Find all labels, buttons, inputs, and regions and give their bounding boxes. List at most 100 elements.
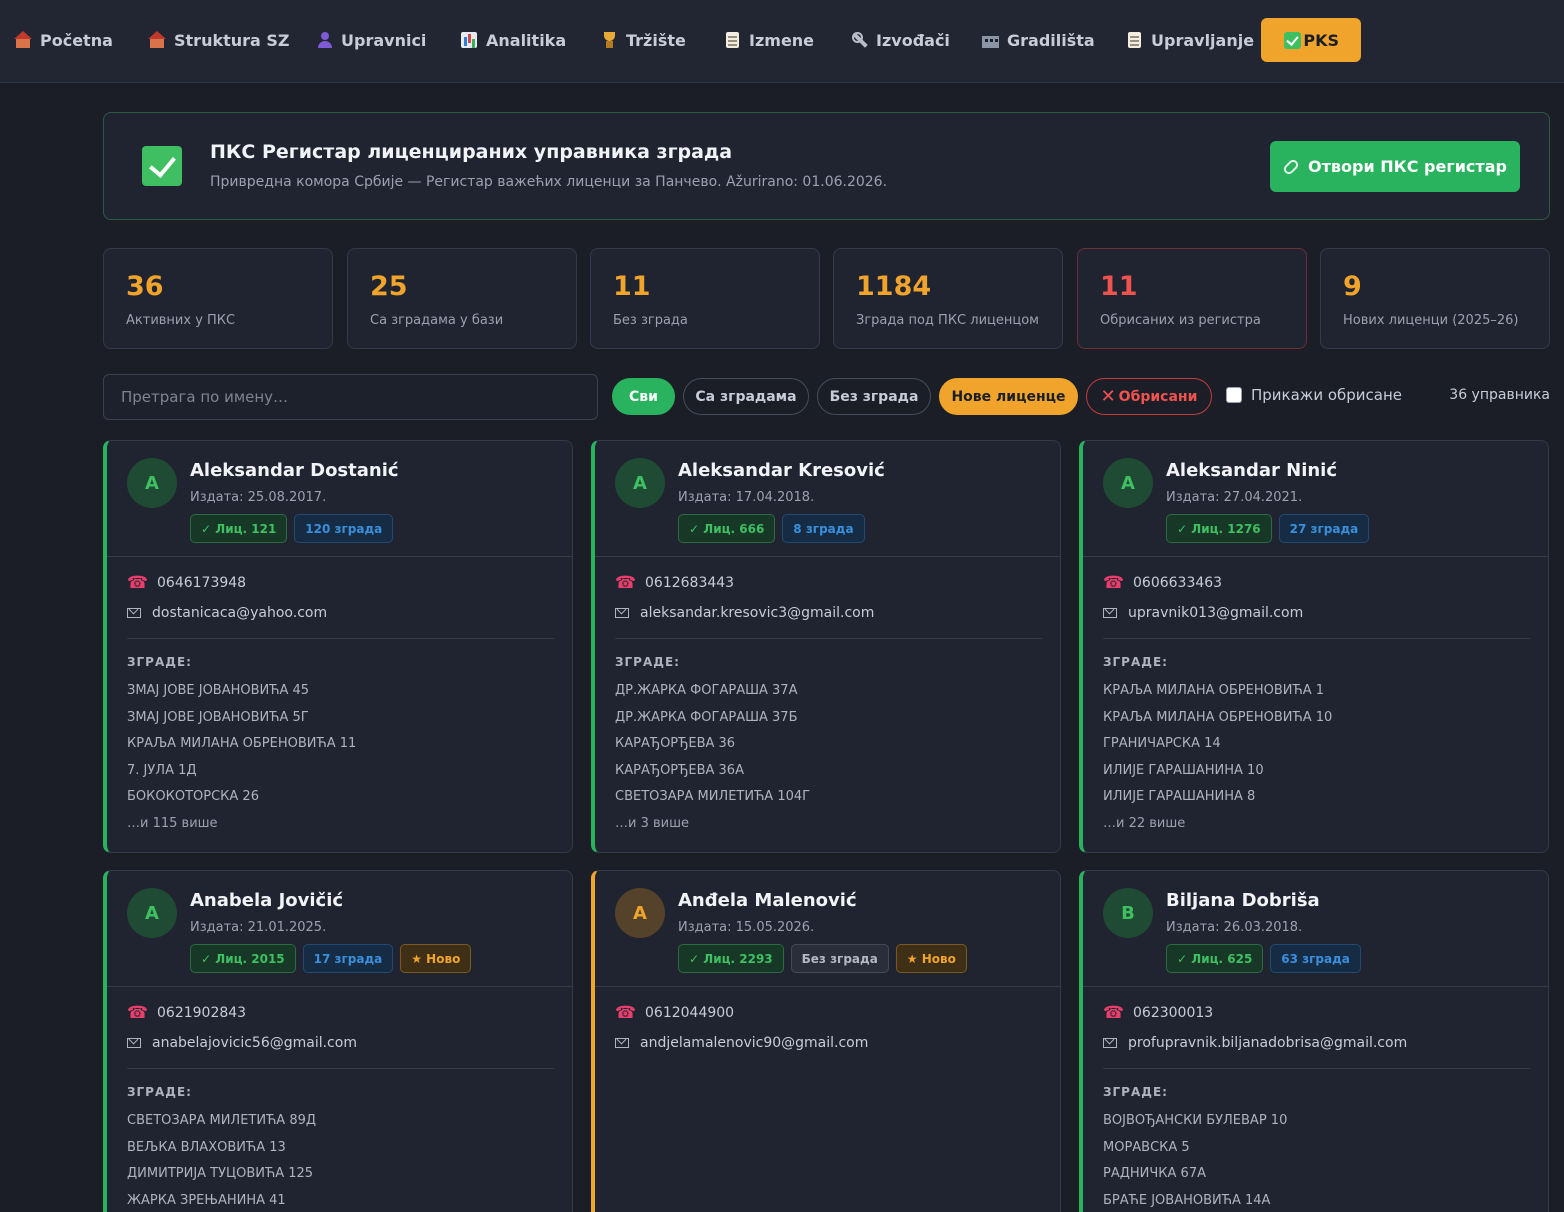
document-icon: [723, 31, 743, 49]
pks-header-card: ПКС Регистар лиценцираних управника згра…: [103, 112, 1550, 220]
badge-row: ✓ Лиц. 2015 17 зграда ★ Ново: [190, 944, 472, 973]
email-address: aleksandar.kresovic3@gmail.com: [640, 605, 875, 621]
nav-analitika[interactable]: Analitika: [460, 18, 566, 62]
email-row[interactable]: aleksandar.kresovic3@gmail.com: [615, 598, 1042, 628]
filter-all-chip[interactable]: Сви: [612, 378, 675, 415]
email-row[interactable]: andjelamalenovic90@gmail.com: [615, 1028, 1042, 1058]
show-deleted-checkbox[interactable]: Прикажи обрисане: [1226, 386, 1402, 404]
manager-card[interactable]: A Anđela Malenović Издата: 15.05.2026. ✓…: [591, 870, 1061, 1212]
building-item: ЗМАЈ ЈОВЕ ЈОВАНОВИЋА 45: [127, 683, 310, 698]
checkbox-box[interactable]: [1226, 387, 1242, 403]
nav-upravnici[interactable]: Upravnici: [315, 18, 426, 62]
nav-pks[interactable]: PKS: [1261, 18, 1361, 62]
checkbox-label: Прикажи обрисане: [1251, 386, 1403, 404]
checkmark-icon: [1283, 31, 1302, 49]
phone-number: 0606633463: [1133, 575, 1223, 591]
card-body: 0612683443 aleksandar.kresovic3@gmail.co…: [595, 568, 1060, 837]
user-icon: [315, 31, 335, 49]
building-item: ВЕЉКА ВЛАХОВИЋА 13: [127, 1139, 286, 1155]
phone-icon: [1103, 573, 1124, 593]
manager-card[interactable]: A Anabela Jovičić Издата: 21.01.2025. ✓ …: [103, 870, 573, 1212]
license-badge: ✓ Лиц. 2015: [190, 944, 296, 973]
phone-row[interactable]: 0621902843: [127, 998, 554, 1028]
divider: [127, 638, 554, 639]
phone-icon: [127, 573, 148, 593]
email-row[interactable]: dostanicaca@yahoo.com: [127, 598, 554, 628]
manager-card[interactable]: B Biljana Dobriša Издата: 26.03.2018. ✓ …: [1079, 870, 1549, 1212]
card-body: 0646173948 dostanicaca@yahoo.com ЗГРАДЕ:…: [107, 568, 572, 837]
phone-row[interactable]: 0646173948: [127, 568, 554, 598]
building-item: СВЕТОЗАРА МИЛЕТИЋА 89Д: [127, 1113, 317, 1128]
phone-row[interactable]: 062300013: [1103, 998, 1530, 1028]
building-item: КРАЉА МИЛАНА ОБРЕНОВИЋА 1: [1103, 683, 1324, 698]
wrench-icon: [850, 31, 870, 49]
filter-with-buildings-chip[interactable]: Са зградама: [683, 378, 809, 415]
license-badge: ✓ Лиц. 625: [1166, 944, 1264, 973]
construction-site-icon: [981, 31, 1001, 49]
filter-no-buildings-chip[interactable]: Без зграда: [817, 378, 931, 415]
buildings-list: ДР.ЖАРКА ФОГАРАША 37А ДР.ЖАРКА ФОГАРАША …: [615, 678, 1042, 811]
phone-number: 0621902843: [157, 1005, 247, 1021]
phone-row[interactable]: 0612044900: [615, 998, 1042, 1028]
email-row[interactable]: upravnik013@gmail.com: [1103, 598, 1530, 628]
nav-label: Tržište: [626, 30, 686, 50]
nav-izmene[interactable]: Izmene: [723, 18, 814, 62]
checkmark-icon: [142, 146, 182, 186]
issue-date: Издата: 21.01.2025.: [190, 920, 327, 935]
nav-struktura-sz[interactable]: Struktura SZ: [148, 18, 290, 62]
nav-label: Upravnici: [341, 30, 427, 50]
buildings-list: ВОЈВОЂАНСКИ БУЛЕВАР 10 МОРАВСКА 5 РАДНИЧ…: [1103, 1108, 1530, 1212]
avatar: A: [127, 458, 177, 508]
nav-izvodjaci[interactable]: Izvođači: [850, 18, 950, 62]
nav-label: Izmene: [749, 30, 815, 50]
nav-pocetna[interactable]: Početna: [14, 18, 113, 62]
phone-row[interactable]: 0606633463: [1103, 568, 1530, 598]
stat-value: 36: [126, 271, 164, 302]
building-item: ЖАРКА ЗРЕЊАНИНА 41: [127, 1192, 286, 1208]
stat-deleted: 11 Обрисаних из регистра: [1077, 248, 1307, 349]
nav-gradilista[interactable]: Gradilišta: [981, 18, 1095, 62]
card-body: 0621902843 anabelajovicic56@gmail.com ЗГ…: [107, 998, 572, 1212]
chart-icon: [460, 31, 480, 49]
avatar: B: [1103, 888, 1153, 938]
filter-deleted-chip[interactable]: ✕ Обрисани: [1086, 378, 1212, 415]
manager-name: Biljana Dobriša: [1166, 890, 1320, 911]
stat-label: Зграда под ПКС лиценцом: [856, 313, 1039, 328]
building-item: ДР.ЖАРКА ФОГАРАША 37Б: [615, 709, 798, 725]
avatar: A: [127, 888, 177, 938]
manager-card[interactable]: A Aleksandar Dostanić Издата: 25.08.2017…: [103, 440, 573, 853]
card-header: B Biljana Dobriša Издата: 26.03.2018. ✓ …: [1083, 871, 1548, 987]
nav-label: Gradilišta: [1007, 30, 1095, 50]
card-body: 0606633463 upravnik013@gmail.com ЗГРАДЕ:…: [1083, 568, 1548, 837]
card-body: 0612044900 andjelamalenovic90@gmail.com: [595, 998, 1060, 1058]
buildings-heading: ЗГРАДЕ:: [1103, 655, 1168, 669]
house-icon: [148, 31, 168, 49]
email-row[interactable]: anabelajovicic56@gmail.com: [127, 1028, 554, 1058]
search-input[interactable]: [103, 374, 598, 420]
manager-card[interactable]: A Aleksandar Ninić Издата: 27.04.2021. ✓…: [1079, 440, 1549, 853]
open-pks-register-button[interactable]: Отвори ПКС регистар: [1270, 141, 1520, 192]
building-item: КРАЉА МИЛАНА ОБРЕНОВИЋА 11: [127, 736, 357, 751]
page-title: ПКС Регистар лиценцираних управника згра…: [210, 141, 733, 163]
phone-row[interactable]: 0612683443: [615, 568, 1042, 598]
buildings-heading: ЗГРАДЕ:: [127, 655, 192, 669]
email-address: anabelajovicic56@gmail.com: [152, 1035, 357, 1051]
link-icon: [1281, 157, 1301, 176]
building-item: ИЛИЈЕ ГАРАШАНИНА 8: [1103, 789, 1256, 804]
buildings-list: КРАЉА МИЛАНА ОБРЕНОВИЋА 1 КРАЉА МИЛАНА О…: [1103, 678, 1530, 811]
close-icon: ✕: [1100, 386, 1116, 407]
nav-upravljanje[interactable]: Upravljanje: [1125, 18, 1254, 62]
mail-icon: [127, 608, 141, 618]
mail-icon: [127, 1038, 141, 1048]
manager-card[interactable]: A Aleksandar Kresović Издата: 17.04.2018…: [591, 440, 1061, 853]
filter-new-licenses-chip[interactable]: Нове лиценце: [939, 378, 1078, 415]
more-buildings: …и 22 више: [1103, 815, 1186, 831]
stat-value: 11: [613, 271, 651, 302]
email-row[interactable]: profupravnik.biljanadobrisa@gmail.com: [1103, 1028, 1530, 1058]
divider: [615, 638, 1042, 639]
card-header: A Anđela Malenović Издата: 15.05.2026. ✓…: [595, 871, 1060, 987]
stat-value: 9: [1343, 271, 1362, 302]
chip-label: Обрисани: [1118, 388, 1198, 405]
buildings-heading: ЗГРАДЕ:: [127, 1085, 192, 1099]
nav-trziste[interactable]: Tržište: [600, 18, 686, 62]
